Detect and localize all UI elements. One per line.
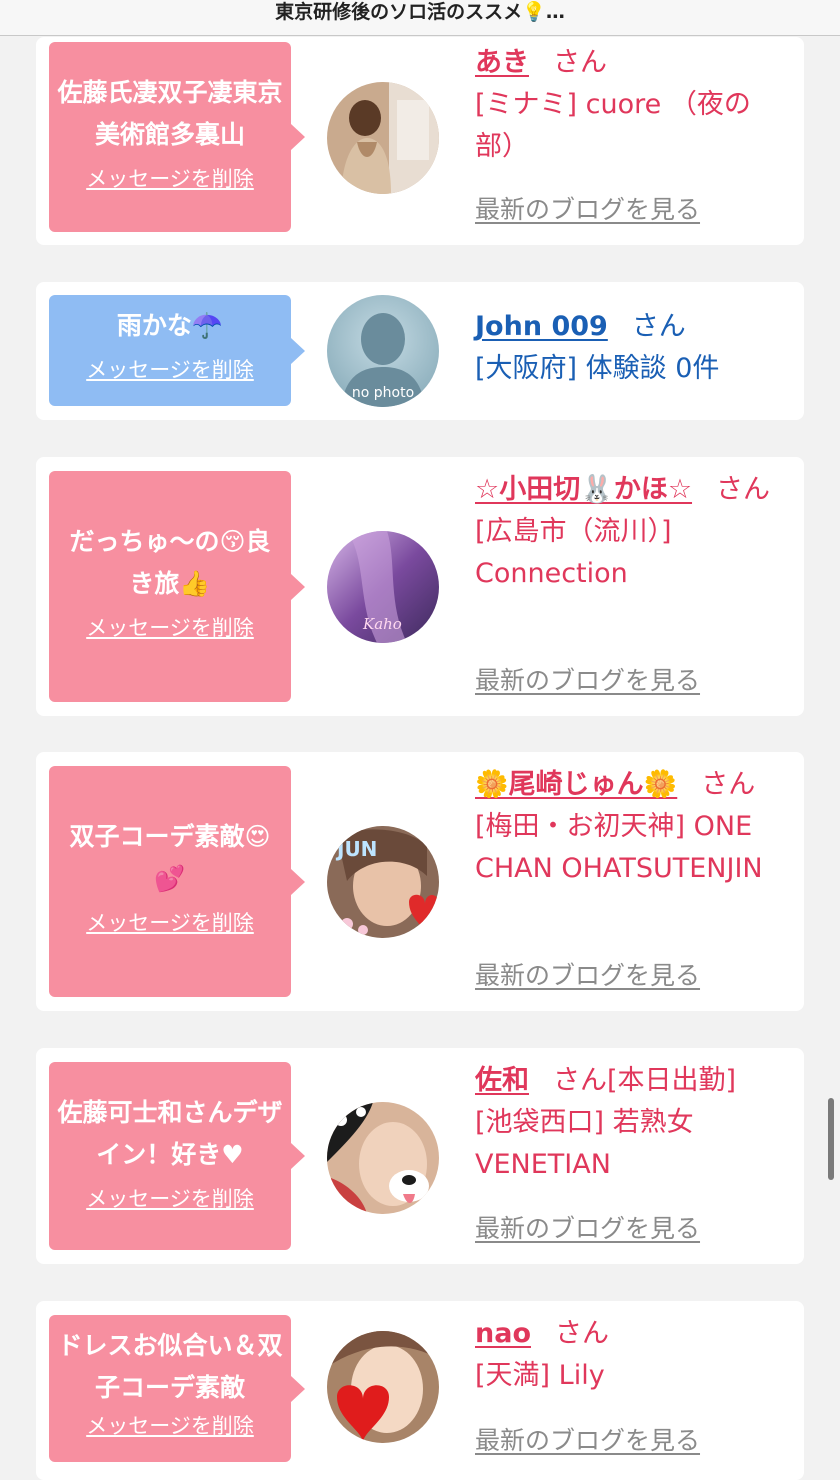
member-review-count: [大阪府] 体験談 0件 — [475, 353, 720, 384]
member-shop: [天満] Lily — [475, 1360, 605, 1391]
message-text: ドレスお似合い＆双子コーデ素敵 — [57, 1331, 283, 1402]
message-card: 佐藤氏凄双子凄東京美術館多裏山 メッセージを削除 あき さん [ミナミ] cuor… — [36, 37, 804, 245]
member-info: ☆小田切🐰かほ☆ さん [広島市（流川）] Connection — [475, 469, 785, 595]
member-name-link[interactable]: あき — [475, 47, 529, 78]
message-bubble: 雨かな☂️ メッセージを削除 — [49, 295, 305, 406]
avatar-signature: Kaho — [362, 615, 402, 633]
member-info: 🌼尾崎じゅん🌼 さん [梅田・お初天神] ONE CHAN OHATSUTENJI… — [475, 764, 785, 890]
avatar[interactable] — [327, 1102, 439, 1214]
delete-message-link[interactable]: メッセージを削除 — [86, 1411, 254, 1441]
latest-blog-link[interactable]: 最新のブログを見る — [475, 960, 700, 992]
message-card: 佐藤可士和さんデザイン！好き♥ メッセージを削除 佐和 さん[本日出勤] [池袋西… — [36, 1048, 804, 1264]
avatar-placeholder-text: no photo — [352, 385, 414, 401]
member-info: nao さん [天満] Lily — [475, 1313, 785, 1397]
message-card: 双子コーデ素敵😍💕 メッセージを削除 JUN 🌼尾崎じゅん🌼 さん [梅田・お初天… — [36, 752, 804, 1011]
member-shop: [ミナミ] cuore （夜の部） — [475, 89, 751, 162]
message-card: 雨かな☂️ メッセージを削除 no photo John 009 さん [大阪府]… — [36, 282, 804, 420]
delete-message-link[interactable]: メッセージを削除 — [86, 355, 254, 385]
member-name-link[interactable]: 🌼尾崎じゅん🌼 — [475, 769, 677, 800]
honorific: さん — [553, 47, 607, 78]
member-info: John 009 さん [大阪府] 体験談 0件 — [475, 306, 785, 390]
message-text: 佐藤可士和さんデザイン！好き♥ — [57, 1098, 283, 1169]
delete-message-link[interactable]: メッセージを削除 — [86, 908, 254, 938]
honorific: さん — [631, 311, 686, 342]
message-text: 双子コーデ素敵😍💕 — [69, 822, 271, 893]
latest-blog-link[interactable]: 最新のブログを見る — [475, 1213, 700, 1245]
message-bubble: 双子コーデ素敵😍💕 メッセージを削除 — [49, 766, 305, 997]
delete-message-link[interactable]: メッセージを削除 — [86, 1184, 254, 1214]
honorific: さん — [555, 1318, 609, 1349]
message-bubble: 佐藤可士和さんデザイン！好き♥ メッセージを削除 — [49, 1062, 305, 1250]
message-text: 佐藤氏凄双子凄東京美術館多裏山 — [57, 78, 283, 149]
member-name-link[interactable]: nao — [475, 1318, 531, 1349]
delete-message-link[interactable]: メッセージを削除 — [86, 613, 254, 643]
message-bubble: 佐藤氏凄双子凄東京美術館多裏山 メッセージを削除 — [49, 42, 305, 232]
message-text: だっちゅ〜の😚良き旅👍 — [69, 527, 271, 598]
message-card: だっちゅ〜の😚良き旅👍 メッセージを削除 Kaho ☆小田切🐰かほ☆ さん [広島… — [36, 457, 804, 716]
avatar[interactable]: Kaho — [327, 531, 439, 643]
page-title: 東京研修後のソロ活のススメ💡… — [0, 0, 840, 36]
avatar[interactable] — [327, 82, 439, 194]
scrollbar-thumb[interactable] — [828, 1098, 834, 1180]
member-name-link[interactable]: 佐和 — [475, 1065, 529, 1096]
message-bubble: だっちゅ〜の😚良き旅👍 メッセージを削除 — [49, 471, 305, 702]
message-text: 雨かな☂️ — [116, 311, 224, 340]
avatar[interactable]: no photo — [327, 295, 439, 407]
latest-blog-link[interactable]: 最新のブログを見る — [475, 194, 700, 226]
delete-message-link[interactable]: メッセージを削除 — [86, 164, 254, 194]
member-info: 佐和 さん[本日出勤] [池袋西口] 若熟女VENETIAN — [475, 1060, 785, 1186]
honorific: さん — [716, 474, 771, 505]
member-info: あき さん [ミナミ] cuore （夜の部） — [475, 42, 785, 168]
member-name-link[interactable]: John 009 — [475, 311, 608, 342]
member-shop: [池袋西口] 若熟女VENETIAN — [475, 1107, 694, 1180]
avatar[interactable]: JUN — [327, 826, 439, 938]
avatar-label: JUN — [335, 837, 377, 861]
latest-blog-link[interactable]: 最新のブログを見る — [475, 1425, 700, 1457]
message-card: ドレスお似合い＆双子コーデ素敵 メッセージを削除 nao さん [天満] Lily… — [36, 1301, 804, 1480]
avatar[interactable] — [327, 1331, 439, 1443]
honorific: さん — [701, 769, 756, 800]
latest-blog-link[interactable]: 最新のブログを見る — [475, 665, 700, 697]
message-bubble: ドレスお似合い＆双子コーデ素敵 メッセージを削除 — [49, 1315, 305, 1462]
member-name-link[interactable]: ☆小田切🐰かほ☆ — [475, 474, 692, 505]
honorific: さん[本日出勤] — [553, 1065, 737, 1096]
member-shop: [梅田・お初天神] ONE CHAN OHATSUTENJIN — [475, 811, 763, 884]
member-shop: [広島市（流川）] Connection — [475, 516, 672, 589]
